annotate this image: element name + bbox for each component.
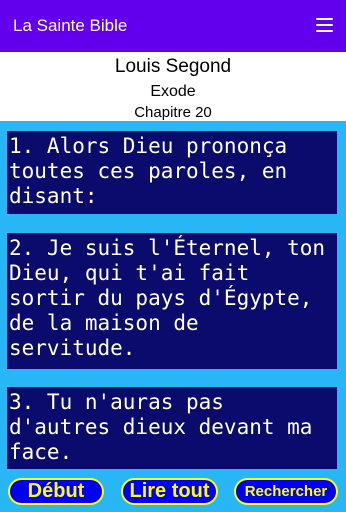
menu-line [316, 30, 333, 32]
verse-item[interactable]: 3. Tu n'auras pas d'autres dieux devant … [7, 387, 337, 469]
chapter-header: Louis Segond Exode Chapitre 20 [0, 52, 346, 121]
menu-line [316, 24, 333, 26]
app-title: La Sainte Bible [13, 16, 128, 35]
read-all-button[interactable]: Lire tout [121, 478, 218, 505]
bible-version: Louis Segond [114, 56, 232, 77]
verse-list[interactable]: 1. Alors Dieu prononça toutes ces parole… [0, 121, 346, 512]
chapter-number: Chapitre 20 [134, 104, 212, 121]
book-name: Exode [150, 83, 196, 100]
bottom-toolbar: Début Lire tout Rechercher [0, 476, 346, 512]
app-bar: La Sainte Bible [0, 0, 346, 52]
verse-item[interactable]: 1. Alors Dieu prononça toutes ces parole… [7, 131, 337, 214]
menu-line [316, 18, 333, 20]
search-button[interactable]: Rechercher [234, 478, 338, 505]
start-button[interactable]: Début [8, 478, 104, 505]
hamburger-menu-icon[interactable] [316, 18, 333, 32]
verse-item[interactable]: 2. Je suis l'Éternel, ton Dieu, qui t'ai… [7, 233, 337, 369]
